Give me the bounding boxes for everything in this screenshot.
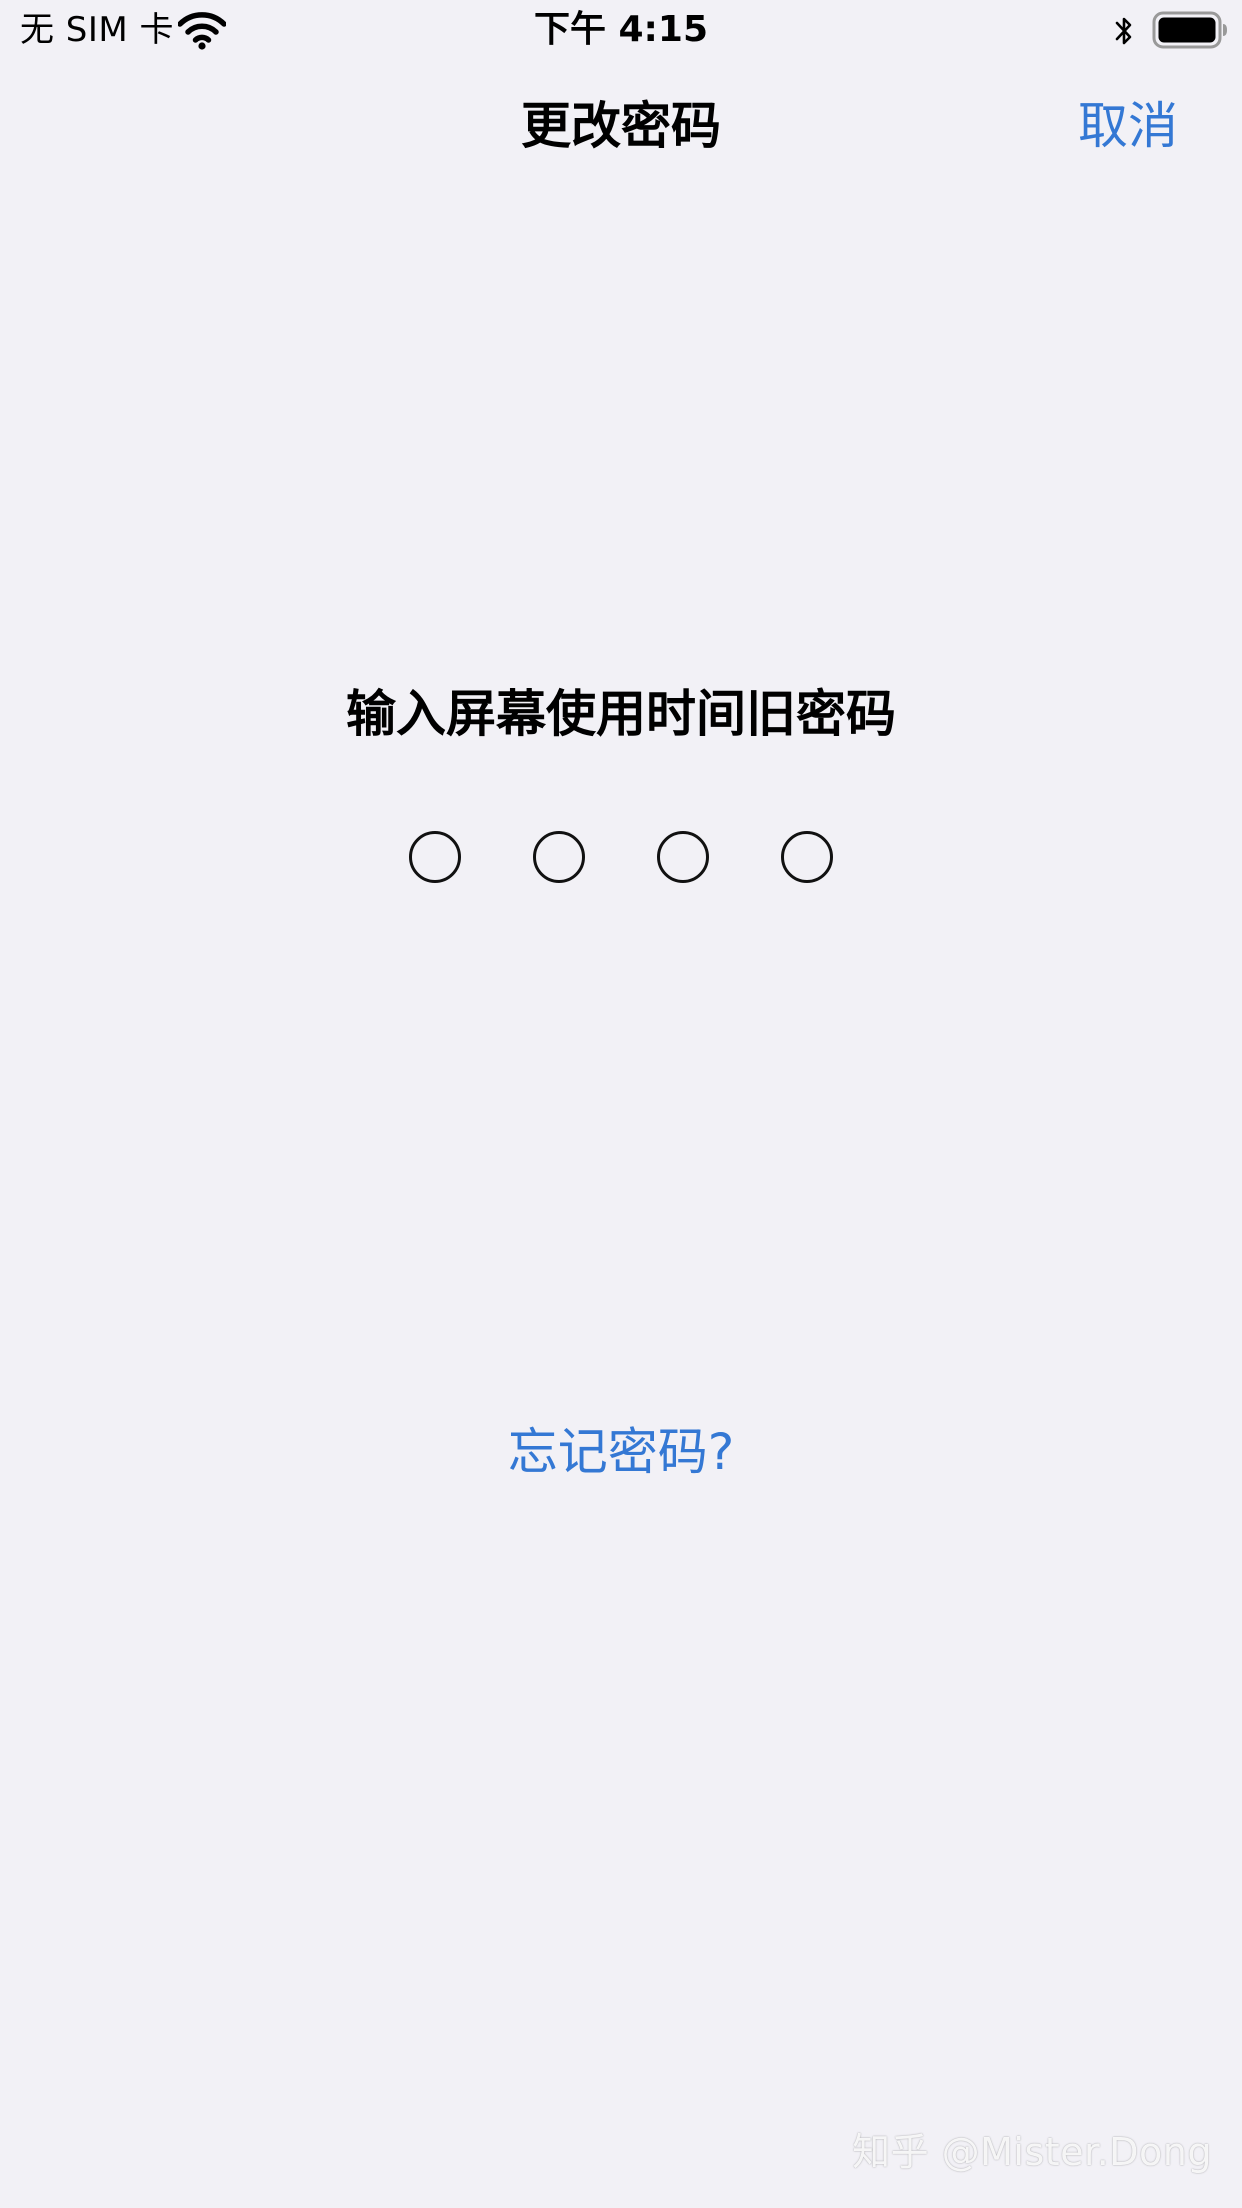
battery-icon: [1152, 11, 1228, 49]
passcode-dot: [657, 831, 709, 883]
passcode-dot: [409, 831, 461, 883]
status-bar: 无 SIM 卡 下午 4:15: [0, 0, 1242, 60]
forgot-passcode-link[interactable]: 忘记密码?: [0, 1420, 1242, 1484]
status-time: 下午 4:15: [533, 9, 709, 50]
navigation-bar: 更改密码 取消: [0, 78, 1242, 174]
passcode-dot: [781, 831, 833, 883]
cancel-button[interactable]: 取消: [1078, 96, 1178, 156]
bluetooth-icon: [1113, 14, 1135, 48]
passcode-dot: [533, 831, 585, 883]
passcode-prompt: 输入屏幕使用时间旧密码: [346, 685, 896, 743]
passcode-indicator: [0, 831, 1242, 883]
page-title: 更改密码: [521, 97, 721, 155]
watermark: 知乎 @Mister.Dong: [852, 2130, 1212, 2174]
